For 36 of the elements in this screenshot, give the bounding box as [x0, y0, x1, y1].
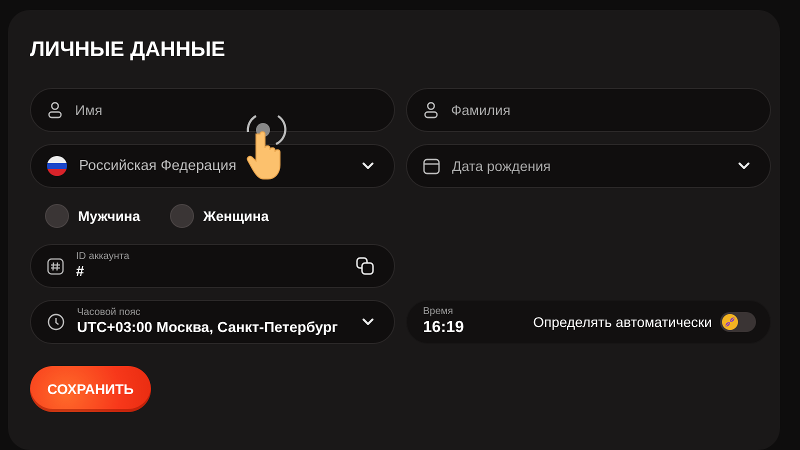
field-label: Время — [423, 306, 454, 318]
field-value: UTC+03:00 Москва, Санкт-Петербург — [77, 319, 339, 337]
person-icon — [423, 101, 439, 119]
placeholder-text: Имя — [75, 102, 104, 118]
field-label: Часовой пояс — [77, 307, 142, 319]
chevron-down-icon — [362, 162, 374, 170]
page-title: ЛИЧНЫЕ ДАННЫЕ — [30, 38, 226, 62]
account-id-field[interactable]: ID аккаунта # — [30, 244, 395, 288]
gender-radio[interactable]: Женщина — [170, 204, 269, 228]
pinwheel-icon — [722, 314, 738, 330]
radio-label: Мужчина — [78, 208, 140, 224]
auto-toggle[interactable] — [720, 312, 756, 332]
radio-circle[interactable] — [170, 204, 194, 228]
toggle-label: Определять автоматически — [533, 314, 712, 330]
clock-icon — [47, 313, 65, 331]
placeholder-text: Дата рождения — [452, 158, 552, 174]
copy-icon[interactable] — [356, 257, 374, 275]
select-field[interactable]: Российская Федерация — [30, 144, 395, 188]
placeholder-text: Фамилия — [451, 102, 512, 118]
radio-circle[interactable] — [45, 204, 69, 228]
input-field[interactable]: Имя — [30, 88, 395, 132]
calendar-icon — [423, 158, 440, 174]
field-value: Российская Федерация — [79, 157, 238, 175]
field-label: ID аккаунта — [76, 251, 130, 263]
person-icon — [47, 101, 63, 119]
hash-icon — [47, 258, 64, 274]
radio-label: Женщина — [203, 208, 269, 224]
field-value: # — [76, 263, 86, 281]
chevron-down-icon — [738, 162, 750, 170]
gender-radio[interactable]: Мужчина — [45, 204, 140, 228]
input-field[interactable]: Фамилия — [406, 88, 771, 132]
flag-icon — [47, 156, 67, 176]
timezone-select[interactable]: Часовой пояс UTC+03:00 Москва, Санкт-Петербург — [30, 300, 395, 344]
select-field[interactable]: Дата рождения — [406, 144, 771, 188]
time-value: 16:19 — [423, 318, 464, 338]
chevron-down-icon — [362, 318, 374, 326]
